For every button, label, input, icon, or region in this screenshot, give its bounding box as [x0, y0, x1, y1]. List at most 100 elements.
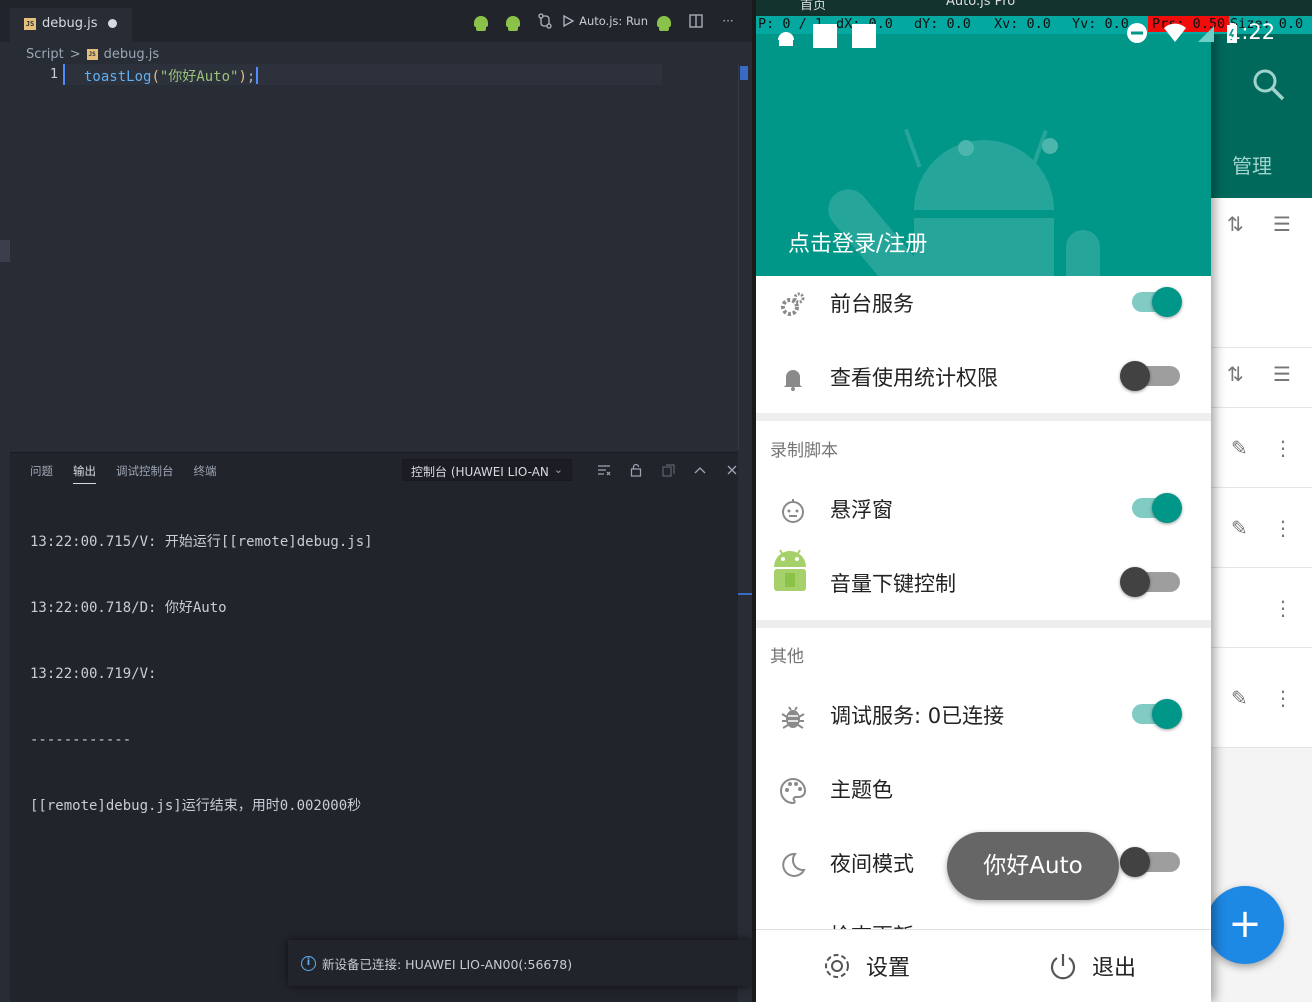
split-editor-button[interactable]	[680, 7, 712, 35]
exit-button[interactable]: 退出	[1048, 950, 1136, 982]
list-item[interactable]: ⇅ ☰	[1211, 198, 1312, 348]
exit-label: 退出	[1092, 956, 1137, 981]
drawer-item-debug-service[interactable]: 调试服务: 0已连接	[756, 678, 1211, 752]
editor-tab-debug-js[interactable]: JS debug.js	[10, 8, 132, 42]
overlay-xv: Xv: 0.0	[994, 16, 1051, 32]
night-mode-toggle[interactable]	[1120, 847, 1180, 877]
add-fab-button[interactable]: +	[1206, 886, 1284, 964]
notification-square-icon	[813, 24, 838, 48]
channel-select-value: 控制台 (HUAWEI LIO-AN	[411, 465, 549, 479]
log-line: 13:22:00.718/D: 你好Auto	[30, 600, 227, 616]
face-icon	[782, 499, 804, 523]
home-tab[interactable]: 首页	[800, 0, 826, 13]
edit-icon[interactable]: ✎	[1231, 686, 1248, 710]
autojs-window-tab[interactable]: Auto.js Pro	[946, 0, 1015, 9]
notification-app-icon	[778, 32, 794, 46]
open-log-button[interactable]	[652, 459, 684, 481]
floating-android-icon[interactable]	[770, 545, 810, 593]
floating-window-toggle[interactable]	[1132, 493, 1182, 523]
list-item[interactable]: ✎ ⋮	[1211, 648, 1312, 748]
log-line: [[remote]debug.js]运行结束，用时0.002000秒	[30, 798, 362, 814]
tab-terminal[interactable]: 终端	[194, 463, 217, 484]
scrollbar-thumb[interactable]	[740, 66, 748, 80]
toggle-knob	[1120, 847, 1150, 877]
device-connected-notification[interactable]: i 新设备已连接: HUAWEI LIO-AN00(:56678)	[288, 940, 752, 986]
more-vert-icon[interactable]: ⋮	[1273, 516, 1293, 540]
login-register-link[interactable]: 点击登录/注册	[788, 226, 927, 258]
code-line[interactable]: toastLog("你好Auto");	[84, 66, 259, 86]
list-icon[interactable]: ☰	[1273, 362, 1291, 386]
list-icon[interactable]: ☰	[1273, 212, 1291, 236]
autojs-droid-button-1[interactable]	[465, 7, 497, 35]
tab-output[interactable]: 输出	[73, 463, 96, 484]
lock-scroll-button[interactable]	[620, 459, 652, 481]
close-icon	[727, 465, 737, 475]
close-panel-button[interactable]	[716, 459, 748, 481]
list-item[interactable]: ⋮	[1211, 568, 1312, 648]
lock-icon	[630, 463, 642, 477]
drawer-item-usage-stats[interactable]: 查看使用统计权限	[756, 340, 1211, 414]
editor-scrollbar[interactable]	[738, 64, 750, 450]
code-editor[interactable]: 1 toastLog("你好Auto");	[0, 64, 752, 450]
log-line: ------------	[30, 732, 132, 748]
editor-tabbar: JS debug.js Auto.js: Run ···	[0, 0, 752, 42]
clear-output-button[interactable]	[588, 459, 620, 481]
breadcrumb-root[interactable]: Script	[26, 47, 64, 62]
more-vert-icon[interactable]: ⋮	[1273, 436, 1293, 460]
tab-manage[interactable]: 管理	[1232, 150, 1272, 179]
copy-icon	[661, 463, 675, 477]
section-divider	[756, 620, 1211, 628]
maximize-panel-button[interactable]	[684, 459, 716, 481]
volume-key-toggle[interactable]	[1120, 567, 1180, 597]
more-actions-button[interactable]: ···	[712, 7, 744, 35]
notification-text: 新设备已连接: HUAWEI LIO-AN00(:56678)	[322, 956, 573, 972]
usage-stats-toggle[interactable]	[1120, 361, 1180, 391]
compare-changes-button[interactable]	[529, 7, 561, 35]
more-vert-icon[interactable]: ⋮	[1273, 596, 1293, 620]
list-item[interactable]: ✎ ⋮	[1211, 488, 1312, 568]
breadcrumb: Script > JS debug.js	[26, 44, 159, 64]
toggle-knob	[1152, 287, 1182, 317]
breadcrumb-file[interactable]: debug.js	[104, 47, 160, 62]
tab-debug-console[interactable]: 调试控制台	[116, 463, 174, 484]
drawer-item-theme-color[interactable]: 主题色	[756, 752, 1211, 826]
drawer-item-label: 调试服务: 0已连接	[830, 704, 1005, 728]
info-icon: i	[301, 955, 316, 971]
android-icon	[657, 15, 671, 31]
drawer-item-label: 音量下键控制	[830, 572, 956, 596]
sort-icon[interactable]: ⇅	[1227, 362, 1244, 386]
text-cursor	[256, 67, 259, 84]
list-item[interactable]: ✎ ⋮	[1211, 408, 1312, 488]
tab-problems[interactable]: 问题	[30, 463, 53, 484]
autojs-run-button[interactable]: Auto.js: Run	[561, 7, 648, 35]
output-channel-select[interactable]: 控制台 (HUAWEI LIO-AN ⌄	[402, 459, 572, 481]
drawer-item-foreground-service[interactable]: 前台服务	[756, 266, 1211, 340]
edit-icon[interactable]: ✎	[1231, 516, 1248, 540]
drawer-item-floating-window[interactable]: 悬浮窗	[756, 472, 1211, 546]
window-title-strip: 首页 Auto.js Pro	[756, 0, 1312, 16]
search-icon[interactable]	[1252, 68, 1286, 102]
log-line: 13:22:00.715/V: 开始运行[[remote]debug.js]	[30, 534, 373, 550]
edit-icon[interactable]: ✎	[1231, 436, 1248, 460]
android-screen: 管理 ⇅ ☰ ⇅ ☰ ✎ ⋮ ✎ ⋮ ⋮ ✎ ⋮ + 首页 Auto.js Pr…	[752, 0, 1312, 1002]
more-vert-icon[interactable]: ⋮	[1273, 686, 1293, 710]
settings-button[interactable]: 设置	[822, 950, 910, 982]
vscode-window: JS debug.js Auto.js: Run ··· Script > JS…	[0, 0, 752, 1002]
drawer-bottom-bar: 设置 退出	[756, 929, 1211, 1002]
foreground-service-toggle[interactable]	[1132, 287, 1182, 317]
unsaved-dot-icon[interactable]	[108, 19, 117, 28]
editor-toolbar: Auto.js: Run ···	[465, 0, 744, 42]
drawer-item-label: 悬浮窗	[830, 498, 893, 522]
output-log[interactable]: 13:22:00.715/V: 开始运行[[remote]debug.js] 1…	[30, 487, 373, 861]
line-number: 1	[49, 66, 58, 82]
overlay-dy: dY: 0.0	[914, 16, 971, 32]
drawer-item-volume-key[interactable]: 音量下键控制	[756, 546, 1211, 620]
autojs-droid-button-3[interactable]	[648, 7, 680, 35]
list-item[interactable]: ⇅ ☰	[1211, 348, 1312, 408]
android-icon	[474, 15, 489, 31]
git-compare-icon	[538, 13, 552, 29]
sort-icon[interactable]: ⇅	[1227, 212, 1244, 236]
autojs-droid-button-2[interactable]	[497, 7, 529, 35]
toggle-knob	[1152, 493, 1182, 523]
debug-service-toggle[interactable]	[1132, 699, 1182, 729]
